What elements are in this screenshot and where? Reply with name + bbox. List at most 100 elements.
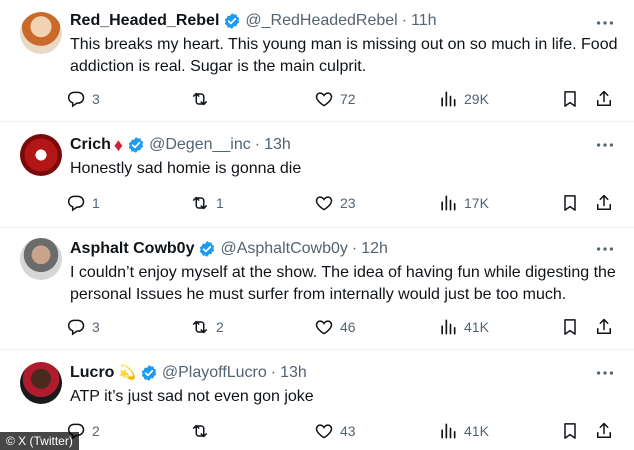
name-emoji: ♦ xyxy=(113,134,124,155)
timestamp[interactable]: 12h xyxy=(361,240,388,258)
retweet-button[interactable] xyxy=(190,88,216,110)
like-count: 43 xyxy=(340,423,356,439)
retweet-button[interactable] xyxy=(190,420,216,442)
more-options-icon[interactable] xyxy=(594,238,616,260)
views-chart-icon xyxy=(441,195,456,211)
views-chart-icon xyxy=(441,319,456,335)
separator: · xyxy=(401,12,408,29)
separator: · xyxy=(351,240,358,257)
timestamp[interactable]: 11h xyxy=(411,12,437,30)
verified-badge-icon xyxy=(225,13,240,29)
verified-badge-icon xyxy=(128,137,144,153)
retweet-count: 2 xyxy=(216,319,224,335)
views-button[interactable]: 17K xyxy=(438,192,489,214)
more-options-icon[interactable] xyxy=(594,362,616,384)
bookmark-button[interactable] xyxy=(560,316,586,338)
reply-button[interactable]: 1 xyxy=(66,192,100,214)
verified-badge-icon xyxy=(200,241,215,257)
retweet-button[interactable]: 2 xyxy=(190,316,224,338)
views-chart-icon xyxy=(441,423,456,439)
action-bar: 2 43 41K xyxy=(66,420,626,442)
bookmark-button[interactable] xyxy=(560,192,586,214)
tweet-text: This breaks my heart. This young man is … xyxy=(70,36,618,75)
share-button[interactable] xyxy=(594,192,620,214)
bookmark-icon xyxy=(564,91,576,107)
bookmark-icon xyxy=(564,423,576,439)
separator: · xyxy=(270,364,277,381)
display-name[interactable]: Crich xyxy=(70,136,111,154)
view-count: 17K xyxy=(464,195,489,211)
bookmark-icon xyxy=(564,319,576,335)
tweet-card[interactable]: Lucro 💫 @PlayoffLucro · 13h ATP it’s jus… xyxy=(0,350,634,450)
like-button[interactable]: 23 xyxy=(314,192,356,214)
retweet-icon xyxy=(193,196,207,210)
share-button[interactable] xyxy=(594,420,620,442)
source-watermark: © X (Twitter) xyxy=(0,432,79,450)
tweet-header: Crich ♦ @Degen__inc · 13h xyxy=(70,134,291,156)
heart-icon xyxy=(315,320,333,335)
like-button[interactable]: 46 xyxy=(314,316,356,338)
bookmark-button[interactable] xyxy=(560,88,586,110)
reply-icon xyxy=(67,195,85,212)
share-button[interactable] xyxy=(594,316,620,338)
view-count: 41K xyxy=(464,423,489,439)
views-button[interactable]: 41K xyxy=(438,316,489,338)
handle[interactable]: @_RedHeadedRebel xyxy=(245,12,397,30)
handle[interactable]: @Degen__inc xyxy=(149,136,251,154)
action-bar: 3 72 29K xyxy=(66,88,626,110)
name-emoji: 💫 xyxy=(118,365,136,381)
views-button[interactable]: 41K xyxy=(438,420,489,442)
share-icon xyxy=(597,90,611,106)
tweet-card[interactable]: Red_Headed_Rebel @_RedHeadedRebel · 11h … xyxy=(0,0,634,122)
timestamp[interactable]: 13h xyxy=(280,364,307,382)
share-icon xyxy=(597,318,611,334)
like-button[interactable]: 43 xyxy=(314,420,356,442)
avatar[interactable] xyxy=(20,238,62,280)
view-count: 41K xyxy=(464,319,489,335)
like-button[interactable]: 72 xyxy=(314,88,356,110)
display-name[interactable]: Red_Headed_Rebel xyxy=(70,12,219,30)
tweet-text: I couldn’t enjoy myself at the show. The… xyxy=(70,264,616,303)
like-count: 23 xyxy=(340,195,356,211)
reply-button[interactable]: 3 xyxy=(66,88,100,110)
timestamp[interactable]: 13h xyxy=(264,136,291,154)
avatar[interactable] xyxy=(20,12,62,54)
share-icon xyxy=(597,422,611,438)
view-count: 29K xyxy=(464,91,489,107)
tweet-header: Asphalt Cowb0y @AsphaltCowb0y · 12h xyxy=(70,238,388,260)
avatar[interactable] xyxy=(20,134,62,176)
retweet-icon xyxy=(193,424,207,438)
tweet-text: Honestly sad homie is gonna die xyxy=(70,160,302,177)
separator: · xyxy=(254,136,261,153)
reply-button[interactable]: 3 xyxy=(66,316,100,338)
retweet-count: 1 xyxy=(216,195,224,211)
tweet-header: Lucro 💫 @PlayoffLucro · 13h xyxy=(70,362,307,384)
views-button[interactable]: 29K xyxy=(438,88,489,110)
bookmark-button[interactable] xyxy=(560,420,586,442)
reply-count: 1 xyxy=(92,195,100,211)
handle[interactable]: @PlayoffLucro xyxy=(162,364,267,382)
heart-icon xyxy=(315,424,333,439)
tweet-card[interactable]: Crich ♦ @Degen__inc · 13h Honestly sad h… xyxy=(0,122,634,228)
views-chart-icon xyxy=(441,91,456,107)
more-options-icon[interactable] xyxy=(594,12,616,34)
tweet-text: ATP it’s just sad not even gon joke xyxy=(70,388,314,405)
reply-feed: Red_Headed_Rebel @_RedHeadedRebel · 11h … xyxy=(0,0,634,450)
reply-count: 3 xyxy=(92,91,100,107)
avatar[interactable] xyxy=(20,362,62,404)
share-button[interactable] xyxy=(594,88,620,110)
display-name[interactable]: Lucro xyxy=(70,364,114,382)
heart-icon xyxy=(315,196,333,211)
retweet-button[interactable]: 1 xyxy=(190,192,224,214)
action-bar: 3 2 46 41K xyxy=(66,316,626,338)
display-name[interactable]: Asphalt Cowb0y xyxy=(70,240,194,258)
heart-icon xyxy=(315,92,333,107)
retweet-icon xyxy=(193,92,207,106)
retweet-icon xyxy=(193,320,207,334)
more-options-icon[interactable] xyxy=(594,134,616,156)
handle[interactable]: @AsphaltCowb0y xyxy=(220,240,347,258)
reply-icon xyxy=(67,319,85,336)
verified-badge-icon xyxy=(141,365,157,381)
tweet-card[interactable]: Asphalt Cowb0y @AsphaltCowb0y · 12h I co… xyxy=(0,228,634,350)
bookmark-icon xyxy=(564,195,576,211)
